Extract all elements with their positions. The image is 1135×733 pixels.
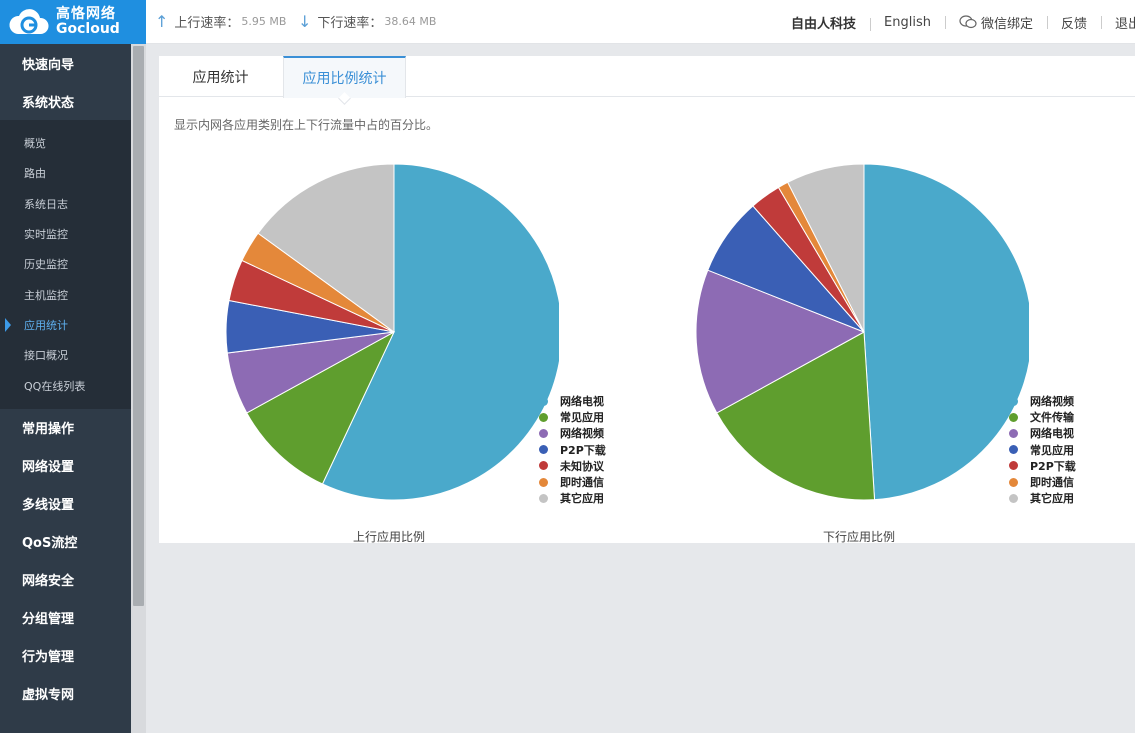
arrow-up-icon: ↑ bbox=[155, 12, 169, 31]
top-nav: 自由人科技 English 微信绑定 反馈 退出 bbox=[777, 0, 1135, 44]
download-rate-value: 38.64 MB bbox=[384, 15, 437, 28]
legend-item-0-4[interactable]: 未知协议 bbox=[539, 458, 606, 474]
legend-dot-1-0 bbox=[1009, 396, 1018, 406]
sidebar-subitem-history-monitor[interactable]: 历史监控 bbox=[0, 249, 131, 279]
legend-item-1-4[interactable]: P2P下载 bbox=[1009, 458, 1076, 474]
legend-dot-1-4 bbox=[1009, 461, 1018, 471]
upload-rate-label: 上行速率： bbox=[174, 16, 240, 31]
legend-dot-0-2 bbox=[539, 428, 548, 438]
legend-item-0-5[interactable]: 即时通信 bbox=[539, 474, 606, 490]
legend-dot-1-3 bbox=[1009, 445, 1018, 455]
legend-label-0-5: 即时通信 bbox=[560, 476, 604, 490]
legend-label-1-0: 网络视频 bbox=[1030, 395, 1074, 409]
sidebar-item-multiline[interactable]: 多线设置 bbox=[0, 485, 131, 523]
logo-en-text: Gocloud bbox=[56, 21, 120, 37]
sidebar-item-system-status[interactable]: 系统状态 bbox=[0, 82, 131, 120]
legend-item-1-0[interactable]: 网络视频 bbox=[1009, 393, 1076, 409]
download-chart-title: 下行应用比例 bbox=[822, 530, 895, 544]
logo[interactable]: 高恪网络 Gocloud bbox=[0, 0, 146, 44]
upload-rate-value: 5.95 MB bbox=[241, 15, 287, 28]
legend-dot-0-0 bbox=[539, 396, 548, 406]
nav-wechat-label: 微信绑定 bbox=[980, 16, 1033, 32]
legend-label-1-1: 文件传输 bbox=[1030, 411, 1074, 425]
main-panel: 应用统计 应用比例统计 显示内网各应用类别在上下行流量中占的百分比。 网络电视常… bbox=[159, 56, 1135, 544]
legend-item-0-1[interactable]: 常见应用 bbox=[539, 409, 606, 425]
legend-label-1-3: 常见应用 bbox=[1030, 443, 1074, 457]
sidebar-subitem-system-log[interactable]: 系统日志 bbox=[0, 189, 131, 219]
legend-dot-1-5 bbox=[1009, 477, 1018, 487]
sidebar-subitem-interface-overview[interactable]: 接口概况 bbox=[0, 340, 131, 370]
legend-dot-1-6 bbox=[1009, 493, 1018, 503]
legend-item-1-3[interactable]: 常见应用 bbox=[1009, 442, 1076, 458]
download-pie-svg bbox=[695, 163, 1029, 501]
download-rate: ↓ 下行速率： 38.64 MB bbox=[298, 12, 436, 31]
legend-label-0-2: 网络视频 bbox=[560, 427, 604, 441]
legend-item-1-5[interactable]: 即时通信 bbox=[1009, 474, 1076, 490]
upload-rate: ↑ 上行速率： 5.95 MB bbox=[155, 12, 286, 31]
legend-item-1-6[interactable]: 其它应用 bbox=[1009, 490, 1076, 506]
upload-chart-title: 上行应用比例 bbox=[352, 530, 425, 544]
legend-dot-1-1 bbox=[1009, 412, 1018, 422]
legend-dot-0-6 bbox=[539, 493, 548, 503]
cloud-logo-icon bbox=[8, 6, 52, 38]
logo-cn-text: 高恪网络 bbox=[56, 6, 116, 23]
sidebar-subitem-app-stats[interactable]: 应用统计 bbox=[0, 310, 131, 340]
legend-dot-0-3 bbox=[539, 445, 548, 455]
page-description: 显示内网各应用类别在上下行流量中占的百分比。 bbox=[174, 118, 439, 132]
download-ratio-chart: 网络视频文件传输网络电视常见应用 P2P下载即时通信其它应用 下行应用比例 bbox=[689, 156, 1135, 544]
sidebar-subitem-host-monitor[interactable]: 主机监控 bbox=[0, 279, 131, 309]
pie-slice-1-0[interactable] bbox=[863, 163, 1029, 501]
upload-legend: 网络电视常见应用网络视频 P2P下载未知协议即时通信其它应用 bbox=[539, 393, 606, 506]
legend-item-0-2[interactable]: 网络视频 bbox=[539, 425, 606, 441]
sidebar-item-quick-guide[interactable]: 快速向导 bbox=[0, 44, 131, 82]
legend-item-1-2[interactable]: 网络电视 bbox=[1009, 425, 1076, 441]
sidebar-item-qos[interactable]: QoS流控 bbox=[0, 523, 131, 561]
upload-ratio-chart: 网络电视常见应用网络视频 P2P下载未知协议即时通信其它应用 上行应用比例 bbox=[219, 156, 679, 544]
sidebar-scrollbar-thumb[interactable] bbox=[133, 46, 144, 606]
nav-logout-link[interactable]: 退出 bbox=[1101, 13, 1135, 32]
download-legend: 网络视频文件传输网络电视常见应用 P2P下载即时通信其它应用 bbox=[1009, 393, 1076, 506]
legend-item-0-3[interactable]: P2P下载 bbox=[539, 442, 606, 458]
sidebar-subitem-overview[interactable]: 概览 bbox=[0, 128, 131, 158]
sidebar-item-security[interactable]: 网络安全 bbox=[0, 561, 131, 599]
sidebar-subitem-qq-online[interactable]: QQ在线列表 bbox=[0, 370, 131, 400]
sidebar: 快速向导 系统状态 概览 路由 系统日志 实时监控 历史监控 主机监控 应用统计… bbox=[0, 44, 131, 733]
tab-bar: 应用统计 应用比例统计 bbox=[159, 56, 1135, 98]
legend-label-1-2: 网络电视 bbox=[1030, 427, 1074, 441]
nav-wechat-link[interactable]: 微信绑定 bbox=[944, 13, 1047, 32]
tab-app-ratio-stats[interactable]: 应用比例统计 bbox=[283, 56, 406, 98]
legend-label-0-4: 未知协议 bbox=[560, 459, 604, 473]
sidebar-subitem-routing[interactable]: 路由 bbox=[0, 158, 131, 188]
legend-label-1-5: 即时通信 bbox=[1030, 476, 1074, 490]
sidebar-item-group-mgmt[interactable]: 分组管理 bbox=[0, 599, 131, 637]
legend-item-0-0[interactable]: 网络电视 bbox=[539, 393, 606, 409]
legend-label-0-1: 常见应用 bbox=[560, 411, 604, 425]
sidebar-item-network-settings[interactable]: 网络设置 bbox=[0, 447, 131, 485]
arrow-down-icon: ↓ bbox=[298, 12, 312, 31]
wechat-icon bbox=[959, 15, 977, 29]
nav-brand-link[interactable]: 自由人科技 bbox=[777, 13, 870, 32]
sidebar-item-vpn[interactable]: 虚拟专网 bbox=[0, 675, 131, 713]
top-bar: 高恪网络 Gocloud ↑ 上行速率： 5.95 MB ↓ 下行速率： 38.… bbox=[0, 0, 1135, 44]
legend-dot-0-5 bbox=[539, 477, 548, 487]
nav-english-link[interactable]: English bbox=[870, 15, 945, 31]
legend-label-0-3: P2P下载 bbox=[560, 443, 606, 457]
legend-dot-0-1 bbox=[539, 412, 548, 422]
upload-pie-svg bbox=[225, 163, 559, 501]
sidebar-submenu: 概览 路由 系统日志 实时监控 历史监控 主机监控 应用统计 接口概况 QQ在线… bbox=[0, 120, 131, 409]
legend-dot-0-4 bbox=[539, 461, 548, 471]
legend-dot-1-2 bbox=[1009, 428, 1018, 438]
legend-label-0-0: 网络电视 bbox=[560, 395, 604, 409]
legend-item-0-6[interactable]: 其它应用 bbox=[539, 490, 606, 506]
legend-label-1-6: 其它应用 bbox=[1030, 492, 1074, 506]
sidebar-item-behavior-mgmt[interactable]: 行为管理 bbox=[0, 637, 131, 675]
legend-item-1-1[interactable]: 文件传输 bbox=[1009, 409, 1076, 425]
sidebar-item-common-ops[interactable]: 常用操作 bbox=[0, 409, 131, 447]
sidebar-subitem-realtime-monitor[interactable]: 实时监控 bbox=[0, 219, 131, 249]
tab-app-stats[interactable]: 应用统计 bbox=[159, 56, 282, 97]
legend-label-1-4: P2P下载 bbox=[1030, 459, 1076, 473]
legend-label-0-6: 其它应用 bbox=[560, 492, 604, 506]
nav-feedback-link[interactable]: 反馈 bbox=[1046, 13, 1101, 32]
download-rate-label: 下行速率： bbox=[317, 16, 383, 31]
